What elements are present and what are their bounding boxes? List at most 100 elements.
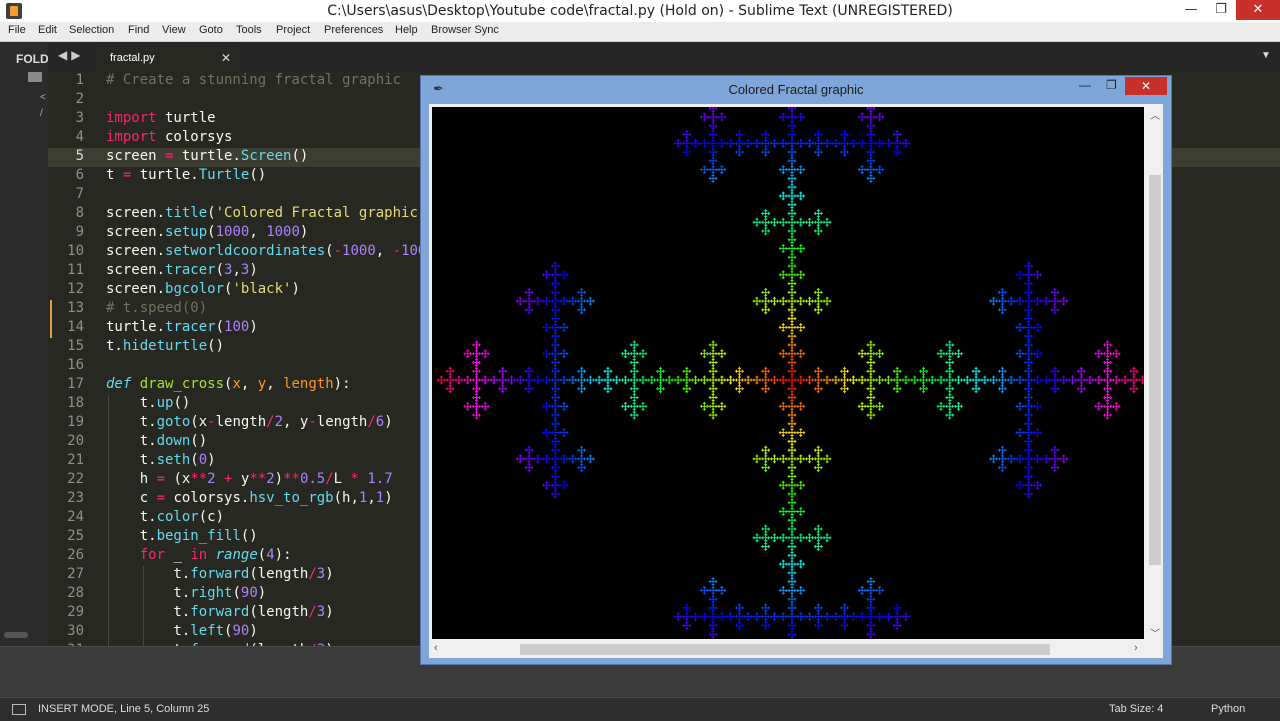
fractal-segment bbox=[713, 387, 714, 390]
fractal-segment bbox=[827, 457, 828, 460]
tab-close-icon[interactable]: ✕ bbox=[221, 51, 231, 65]
menu-edit[interactable]: Edit bbox=[38, 24, 57, 36]
fractal-segment bbox=[1028, 297, 1029, 300]
fractal-segment bbox=[946, 396, 947, 399]
tab-nav-arrows[interactable]: ◀▶ bbox=[58, 48, 84, 62]
fractal-segment bbox=[792, 411, 793, 414]
fractal-segment bbox=[564, 276, 565, 279]
fractal-segment bbox=[742, 624, 743, 627]
fractal-segment bbox=[1025, 370, 1026, 373]
fractal-segment bbox=[818, 455, 819, 458]
fractal-segment bbox=[800, 270, 801, 273]
fractal-segment bbox=[800, 300, 801, 303]
fractal-segment bbox=[683, 606, 684, 609]
fractal-segment bbox=[476, 367, 477, 370]
fractal-segment bbox=[584, 387, 585, 390]
fractal-segment bbox=[564, 300, 565, 303]
fractal-segment bbox=[549, 379, 550, 382]
menu-preferences[interactable]: Preferences bbox=[324, 24, 383, 36]
fractal-segment bbox=[765, 469, 766, 472]
fractal-segment bbox=[841, 387, 842, 390]
fractal-segment bbox=[555, 402, 556, 405]
menu-project[interactable]: Project bbox=[276, 24, 310, 36]
fractal-segment bbox=[800, 484, 801, 487]
panel-toggle-icon[interactable] bbox=[12, 704, 26, 715]
fractal-segment bbox=[841, 370, 842, 373]
menu-browser-sync[interactable]: Browser Sync bbox=[431, 24, 499, 36]
line-number: 4 bbox=[48, 129, 84, 145]
fractal-segment bbox=[1052, 466, 1053, 469]
fractal-segment bbox=[870, 621, 871, 624]
fractal-segment bbox=[765, 446, 766, 449]
line-number: 13 bbox=[48, 300, 84, 316]
fractal-segment bbox=[806, 457, 807, 460]
fractal-segment bbox=[1104, 405, 1105, 408]
fractal-canvas[interactable] bbox=[432, 107, 1144, 639]
menu-view[interactable]: View bbox=[162, 24, 186, 36]
menu-file[interactable]: File bbox=[8, 24, 26, 36]
fractal-segment bbox=[882, 352, 883, 355]
fractal-segment bbox=[724, 589, 725, 592]
fractal-segment bbox=[552, 431, 553, 434]
status-syntax[interactable]: Python bbox=[1211, 703, 1245, 715]
fractal-segment bbox=[809, 381, 810, 384]
tab-dropdown-icon[interactable]: ▼ bbox=[1261, 50, 1271, 61]
fractal-segment bbox=[543, 273, 544, 276]
turtle-close-button[interactable]: ✕ bbox=[1125, 77, 1167, 95]
fractal-segment bbox=[558, 361, 559, 364]
fractal-segment bbox=[786, 352, 787, 355]
fractal-segment bbox=[786, 615, 787, 618]
fractal-segment bbox=[1002, 373, 1003, 376]
turtle-minimize-button[interactable]: — bbox=[1079, 78, 1091, 92]
fractal-segment bbox=[876, 379, 877, 382]
fractal-segment bbox=[786, 379, 787, 382]
fractal-segment bbox=[1002, 381, 1003, 384]
fractal-segment bbox=[1060, 300, 1061, 303]
status-tab-size[interactable]: Tab Size: 4 bbox=[1109, 703, 1163, 715]
fractal-segment bbox=[537, 460, 538, 463]
menu-find[interactable]: Find bbox=[128, 24, 149, 36]
fractal-segment bbox=[1031, 300, 1032, 303]
fractal-segment bbox=[1028, 422, 1029, 425]
tab-fractal-py[interactable]: fractal.py ✕ bbox=[96, 47, 242, 72]
fractal-segment bbox=[783, 381, 784, 384]
fractal-segment bbox=[529, 466, 530, 469]
code-line: t.left(90) bbox=[106, 623, 258, 639]
fractal-segment bbox=[923, 387, 924, 390]
fractal-segment bbox=[844, 606, 845, 609]
fractal-segment bbox=[756, 539, 757, 542]
turtle-graphics-window[interactable]: ✒ Colored Fractal graphic — ❐ ✕ ︿ ﹀ ‹ › bbox=[420, 75, 1172, 665]
menu-goto[interactable]: Goto bbox=[199, 24, 223, 36]
fractal-segment bbox=[453, 379, 454, 382]
fractal-segment bbox=[1054, 390, 1055, 393]
fractal-segment bbox=[792, 530, 793, 533]
fractal-segment bbox=[476, 341, 477, 344]
fractal-segment bbox=[710, 379, 711, 382]
fractal-segment bbox=[1107, 373, 1108, 376]
fractal-segment bbox=[540, 457, 541, 460]
fractal-segment bbox=[1019, 455, 1020, 458]
menu-selection[interactable]: Selection bbox=[69, 24, 114, 36]
menu-tools[interactable]: Tools bbox=[236, 24, 262, 36]
maximize-button[interactable]: ❐ bbox=[1207, 0, 1235, 20]
fractal-segment bbox=[789, 580, 790, 583]
fractal-segment bbox=[713, 618, 714, 621]
fractal-segment bbox=[578, 449, 579, 452]
fractal-segment bbox=[786, 431, 787, 434]
minimize-button[interactable]: — bbox=[1177, 0, 1205, 20]
fractal-segment bbox=[949, 379, 950, 382]
close-button[interactable]: ✕ bbox=[1236, 0, 1280, 20]
fractal-segment bbox=[467, 352, 468, 355]
fractal-segment bbox=[894, 606, 895, 609]
fractal-segment bbox=[1002, 379, 1003, 382]
folder-icon[interactable] bbox=[28, 72, 42, 82]
fractal-segment bbox=[476, 381, 477, 384]
fractal-segment bbox=[607, 367, 608, 370]
fractal-segment bbox=[789, 317, 790, 320]
menu-help[interactable]: Help bbox=[395, 24, 418, 36]
turtle-maximize-button[interactable]: ❐ bbox=[1106, 78, 1117, 92]
fractal-graphic bbox=[432, 107, 1144, 639]
sidebar-scrollbar[interactable] bbox=[4, 632, 28, 638]
fractal-segment bbox=[634, 341, 635, 344]
fractal-segment bbox=[800, 303, 801, 306]
